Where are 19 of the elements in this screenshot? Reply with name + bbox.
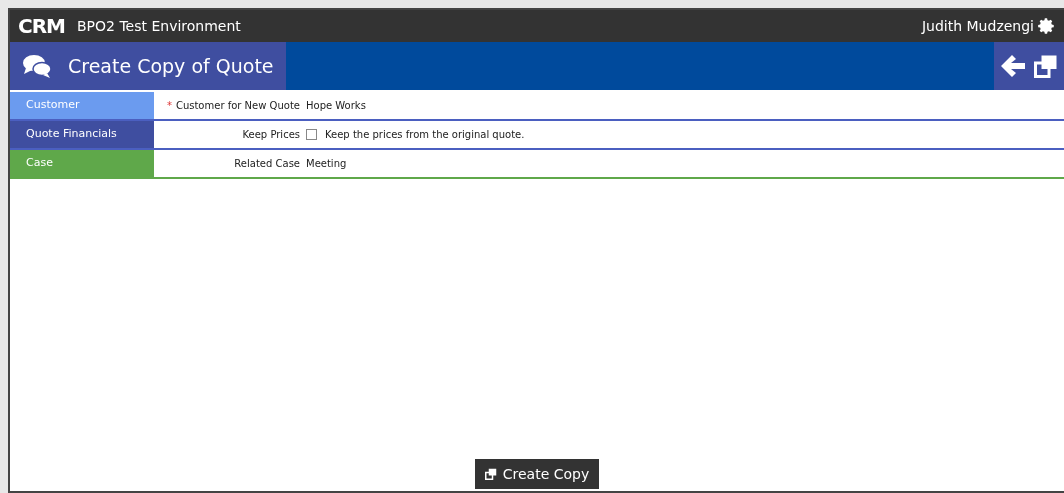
user-name: Judith Mudzengi	[921, 16, 1034, 36]
copy-icon	[484, 468, 497, 480]
environment-name: BPO2 Test Environment	[77, 16, 241, 36]
checkbox[interactable]	[306, 129, 317, 140]
chat-bubbles-icon	[22, 53, 52, 79]
required-asterisk: *	[166, 99, 172, 113]
page-title: Create Copy of Quote	[68, 53, 274, 79]
field-value: Meeting	[306, 157, 347, 171]
field-value: Keep the prices from the original quote.	[325, 128, 525, 142]
section-tab[interactable]: Quote Financials	[10, 121, 154, 148]
back-arrow-icon[interactable]	[1000, 54, 1026, 78]
field-value: Hope Works	[306, 99, 366, 113]
create-copy-button[interactable]: Create Copy	[474, 459, 600, 489]
field-label: Keep Prices	[242, 128, 300, 142]
settings-icon[interactable]	[1038, 17, 1056, 35]
field-label: Customer for New Quote	[175, 99, 300, 113]
logo: CRM	[18, 16, 65, 36]
field-label: Related Case	[234, 157, 300, 171]
copy-icon	[1034, 54, 1058, 78]
